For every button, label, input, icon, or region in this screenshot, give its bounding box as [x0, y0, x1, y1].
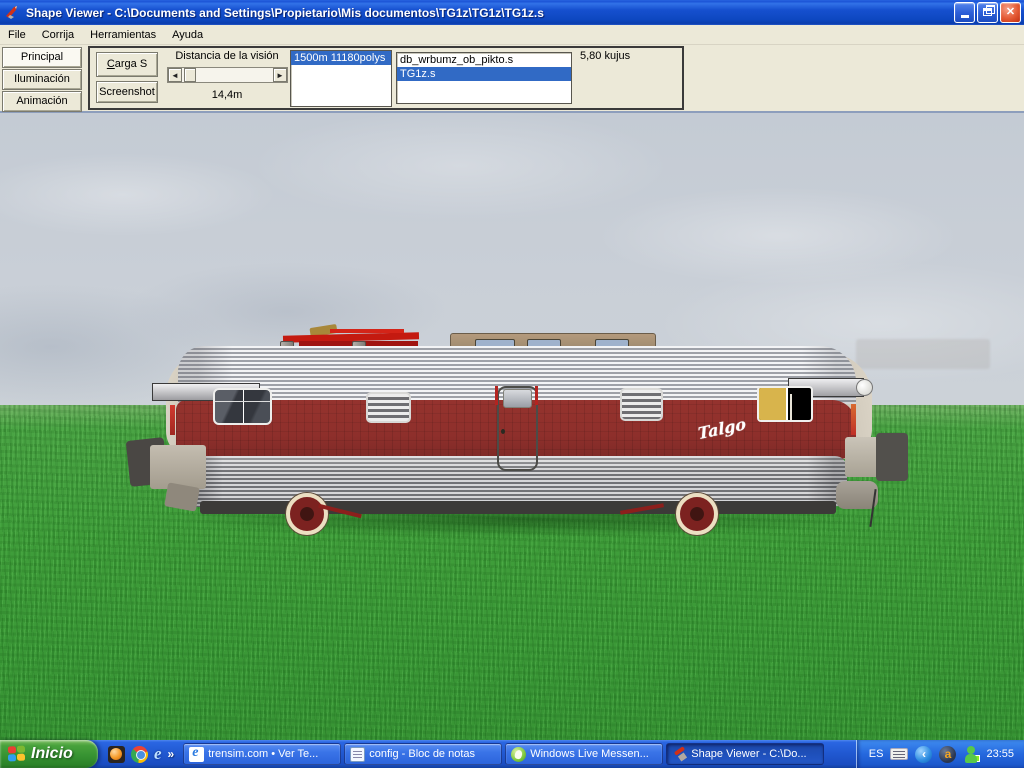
kujus-stat-label: 5,80 kujus: [580, 50, 630, 62]
doorway-post: [790, 394, 792, 420]
shape-list-item[interactable]: db_wrbumz_ob_pikto.s: [397, 53, 571, 67]
system-tray: ES ‹ a 23:55: [856, 740, 1024, 768]
chevron-overflow-icon[interactable]: »: [168, 747, 175, 761]
restore-button[interactable]: [977, 2, 998, 23]
task-notepad[interactable]: config - Bloc de notas: [344, 743, 502, 765]
amsn-icon[interactable]: [108, 746, 125, 763]
minimize-icon: [961, 15, 969, 18]
menu-corrija[interactable]: Corrija: [34, 27, 82, 43]
door-window: [503, 389, 532, 408]
distant-building: [856, 339, 990, 369]
window-title: Shape Viewer - C:\Documents and Settings…: [26, 6, 954, 20]
keyboard-icon[interactable]: [890, 748, 908, 760]
tab-principal[interactable]: Principal: [2, 47, 82, 68]
lod-list-item[interactable]: 1500m 11180polys: [291, 51, 391, 65]
tray-clock: 23:55: [986, 748, 1014, 760]
bumper-cap: [856, 379, 873, 396]
shape-listbox[interactable]: db_wrbumz_ob_pikto.s TG1z.s: [396, 52, 572, 104]
viewport-3d[interactable]: Talgo: [0, 113, 1024, 740]
online-badge: [973, 755, 980, 762]
restore-icon: [983, 8, 992, 16]
task-shape-viewer[interactable]: Shape Viewer - C:\Do...: [666, 743, 824, 765]
task-messenger[interactable]: Windows Live Messen...: [505, 743, 663, 765]
scrollbar-track[interactable]: [196, 68, 273, 82]
notepad-icon: [350, 747, 365, 762]
screenshot-button[interactable]: Screenshot: [96, 81, 158, 103]
shape-list-item[interactable]: TG1z.s: [397, 67, 571, 81]
title-bar: Shape Viewer - C:\Documents and Settings…: [0, 0, 1024, 25]
amsn-tray-icon[interactable]: a: [939, 746, 956, 763]
toolbar: Principal Iluminación Animación Carga S …: [0, 45, 1024, 113]
scrollbar-thumb[interactable]: [184, 68, 196, 82]
view-distance-label: Distancia de la visión: [163, 50, 291, 62]
view-distance-value: 14,4m: [163, 89, 291, 101]
language-indicator[interactable]: ES: [869, 748, 884, 760]
load-shape-button[interactable]: Carga S: [96, 52, 158, 77]
windows-logo-icon: [8, 745, 26, 762]
tab-animacion[interactable]: Animación: [2, 91, 82, 112]
cab-window: [213, 388, 272, 425]
wheel: [286, 493, 328, 535]
close-button[interactable]: ✕: [1000, 2, 1021, 23]
coupler-right: [876, 433, 908, 481]
menu-ayuda[interactable]: Ayuda: [164, 27, 211, 43]
ie-icon[interactable]: e: [154, 746, 162, 762]
chrome-icon[interactable]: [131, 746, 148, 763]
app-icon: [5, 5, 21, 21]
pantograph-arm: [330, 329, 404, 333]
louver-grille: [366, 392, 411, 423]
taskbar: Inicio e » trensim.com • Ver Te... confi…: [0, 740, 1024, 768]
messenger-icon: [511, 747, 526, 762]
menu-herramientas[interactable]: Herramientas: [82, 27, 164, 43]
door-handle: [501, 429, 505, 434]
scroll-left-arrow-icon[interactable]: ◄: [168, 68, 182, 82]
start-button[interactable]: Inicio: [0, 740, 98, 768]
open-doorway: [757, 386, 813, 422]
door-red-stripe: [495, 386, 498, 405]
quick-launch: e »: [98, 746, 180, 763]
doorway-post: [786, 388, 788, 420]
coupler-left: [150, 445, 206, 489]
doorway-interior: [759, 388, 788, 420]
tab-iluminacion[interactable]: Iluminación: [2, 69, 82, 90]
door-red-stripe: [535, 386, 538, 405]
menu-file[interactable]: File: [0, 27, 34, 43]
ie-icon: [189, 747, 204, 762]
red-marker-right: [851, 404, 856, 435]
view-distance-scrollbar[interactable]: ◄ ►: [167, 67, 288, 83]
louver-grille: [620, 388, 663, 421]
shape-viewer-icon: [672, 747, 687, 762]
scroll-right-arrow-icon[interactable]: ►: [273, 68, 287, 82]
lod-listbox[interactable]: 1500m 11180polys: [290, 50, 392, 107]
minimize-button[interactable]: [954, 2, 975, 23]
wheel: [676, 493, 718, 535]
status-person-icon[interactable]: [963, 746, 979, 763]
menu-bar: File Corrija Herramientas Ayuda: [0, 25, 1024, 45]
task-buttons: trensim.com • Ver Te... config - Bloc de…: [180, 743, 856, 765]
messenger-tray-icon[interactable]: ‹: [915, 746, 932, 763]
start-label: Inicio: [31, 745, 73, 763]
red-marker-left: [170, 405, 175, 435]
task-trensim[interactable]: trensim.com • Ver Te...: [183, 743, 341, 765]
